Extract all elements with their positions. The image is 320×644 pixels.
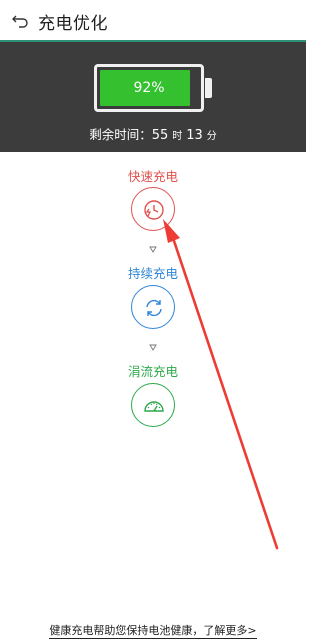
header: 充电优化: [0, 0, 306, 40]
stage-trickle-label: 涓流充电: [127, 364, 178, 379]
stage-fast-button[interactable]: [131, 187, 175, 231]
speedometer-icon: [144, 401, 164, 412]
battery-panel: 92% 剩余时间：55 时 13 分: [0, 40, 306, 152]
learn-more-link[interactable]: 健康充电帮助您保持电池健康，了解更多>: [0, 622, 306, 639]
page-title: 充电优化: [38, 14, 108, 34]
down-triangle-icon: [149, 344, 157, 351]
battery-percent: 92%: [133, 80, 165, 96]
back-arrow-icon[interactable]: [10, 10, 30, 30]
minutes-unit: 分: [206, 131, 217, 142]
fast-charge-clock-icon: [144, 200, 164, 220]
hours-unit: 时: [172, 131, 183, 142]
stage-fast-label: 快速充电: [127, 169, 178, 184]
learn-more-text: 健康充电帮助您保持电池健康，了解更多>: [49, 624, 257, 639]
stage-trickle-button[interactable]: [131, 383, 175, 427]
remaining-minutes: 13: [186, 128, 203, 143]
refresh-cycle-icon: [146, 299, 162, 317]
battery-cap: [205, 78, 212, 98]
stage-continuous-button[interactable]: [131, 285, 175, 329]
remaining-time-label: 剩余时间：: [89, 127, 152, 142]
remaining-time: 剩余时间：55 时 13 分: [0, 124, 306, 143]
battery-indicator: 92%: [94, 64, 204, 112]
remaining-hours: 55: [151, 128, 169, 143]
stage-continuous-label: 持续充电: [127, 266, 178, 281]
down-triangle-icon: [149, 246, 157, 253]
